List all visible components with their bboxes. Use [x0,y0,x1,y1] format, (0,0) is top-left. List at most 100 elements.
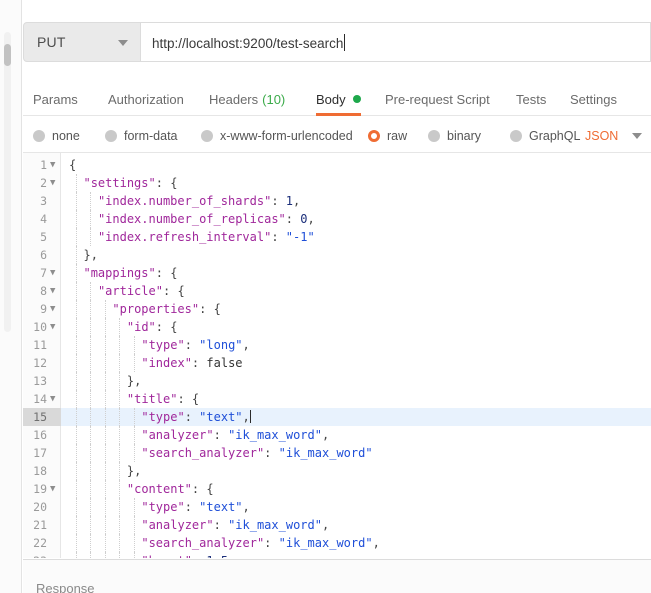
line-number: 15 [23,408,61,426]
raw-body-editor[interactable]: 1 ▼{2 ▼ "settings": {3 "index.number_of_sh… [23,152,651,558]
code-fold-toggle-icon[interactable]: ▼ [50,390,55,408]
request-url-bar: PUT http://localhost:9200/test-search [23,22,651,62]
tab-headers[interactable]: Headers (10) [209,82,285,116]
sidebar-scrollbar-thumb[interactable] [4,44,11,66]
radio-button-icon [201,130,213,142]
line-number: 11 [33,338,47,352]
code-line[interactable]: 3 "index.number_of_shards": 1, [23,192,651,210]
code-line[interactable]: 14 ▼ "title": { [23,390,651,408]
code-line[interactable]: 21 "analyzer": "ik_max_word", [23,516,651,534]
code-text: }, [126,464,142,478]
tab-count-badge: (10) [262,91,286,107]
code-text: "mappings": { [83,266,178,280]
code-text: "index.refresh_interval": "-1" [97,230,315,244]
line-number: 23 [23,552,61,558]
code-line[interactable]: 2 ▼ "settings": { [23,174,651,192]
tab-tests[interactable]: Tests [516,82,546,116]
radio-button-icon [428,130,440,142]
tab-settings[interactable]: Settings [570,82,617,116]
tab-label: Params [33,91,78,107]
tab-pre-request-script[interactable]: Pre-request Script [385,82,490,116]
code-line[interactable]: 15 "type": "text", [23,408,651,426]
body-type-graphql[interactable]: GraphQL [510,120,580,152]
tab-authorization[interactable]: Authorization [108,82,184,116]
line-number: 18 [33,464,47,478]
line-number: 12 [33,356,47,370]
code-fold-toggle-icon[interactable]: ▼ [50,156,55,174]
line-number: 5 [40,230,47,244]
body-type-label: x-www-form-urlencoded [220,129,353,143]
line-number: 16 [33,428,47,442]
http-method-dropdown[interactable]: PUT [23,22,141,62]
tab-body[interactable]: Body [316,82,361,116]
tab-label: Pre-request Script [385,91,490,107]
http-method-label: PUT [37,34,66,50]
code-line[interactable]: 19 ▼ "content": { [23,480,651,498]
text-cursor [344,33,346,51]
active-tab-underline [316,113,361,116]
code-line[interactable]: 7 ▼ "mappings": { [23,264,651,282]
code-text: "title": { [126,392,200,406]
postman-request-pane: PUT http://localhost:9200/test-search Pa… [0,0,651,593]
code-line[interactable]: 11 "type": "long", [23,336,651,354]
radio-button-icon [510,130,522,142]
code-text: "type": "text", [141,500,250,514]
response-pane: Response [23,559,651,593]
code-text: "properties": { [112,302,221,316]
tab-params[interactable]: Params [33,82,78,116]
body-type-binary[interactable]: binary [428,120,481,152]
code-text: "index.number_of_replicas": 0, [97,212,315,226]
line-number: 13 [33,374,47,388]
code-line[interactable]: 13 }, [23,372,651,390]
body-type-options: JSON none form-data x-www-form-urlencoded r… [23,120,651,152]
sidebar-scrollbar-track[interactable] [4,32,11,332]
code-text: "id": { [126,320,178,334]
code-line[interactable]: 22 "search_analyzer": "ik_max_word", [23,534,651,552]
code-text: "settings": { [83,176,178,190]
body-type-label: form-data [124,129,178,143]
code-fold-toggle-icon[interactable]: ▼ [50,174,55,192]
code-line[interactable]: 5 "index.refresh_interval": "-1" [23,228,651,246]
line-number: 22 [33,536,47,550]
code-fold-toggle-icon[interactable]: ▼ [50,282,55,300]
code-text: "article": { [97,284,185,298]
code-line[interactable]: 4 "index.number_of_replicas": 0, [23,210,651,228]
code-fold-toggle-icon[interactable]: ▼ [50,264,55,282]
code-line[interactable]: 12 "index": false [23,354,651,372]
request-url-value: http://localhost:9200/test-search [152,33,346,51]
tab-label: Headers [209,91,259,107]
code-line[interactable]: 8 ▼ "article": { [23,282,651,300]
code-text: "type": "long", [141,338,250,352]
code-line[interactable]: 16 "analyzer": "ik_max_word", [23,426,651,444]
code-fold-toggle-icon[interactable]: ▼ [50,300,55,318]
code-fold-toggle-icon[interactable]: ▼ [50,318,55,336]
body-format-dropdown[interactable]: JSON [585,120,643,152]
response-label: Response [36,581,95,593]
request-url-input[interactable]: http://localhost:9200/test-search [141,22,651,62]
code-line[interactable]: 23 "boost": 1.5 [23,552,651,558]
body-format-label: JSON [585,129,619,143]
chevron-down-icon [632,133,643,139]
code-fold-toggle-icon[interactable]: ▼ [50,480,55,498]
editor-code-lines: 1 ▼{2 ▼ "settings": {3 "index.number_of_sh… [23,156,651,558]
code-line[interactable]: 6 }, [23,246,651,264]
code-text: }, [83,248,98,262]
body-type-form-data[interactable]: form-data [105,120,178,152]
radio-button-icon [33,130,45,142]
radio-button-icon [105,130,117,142]
code-line[interactable]: 10 ▼ "id": { [23,318,651,336]
line-number: 21 [33,518,47,532]
body-type-none[interactable]: none [33,120,80,152]
code-text: "analyzer": "ik_max_word", [141,518,330,532]
code-line[interactable]: 18 }, [23,462,651,480]
code-line[interactable]: 9 ▼ "properties": { [23,300,651,318]
body-type-x-www-form-urlencoded[interactable]: x-www-form-urlencoded [201,120,353,152]
line-number: 6 [40,248,47,262]
code-text: "search_analyzer": "ik_max_word", [141,536,380,550]
tab-label: Authorization [108,91,184,107]
code-line[interactable]: 1 ▼{ [23,156,651,174]
code-line[interactable]: 17 "search_analyzer": "ik_max_word" [23,444,651,462]
body-type-raw[interactable]: raw [368,120,407,152]
code-line[interactable]: 20 "type": "text", [23,498,651,516]
body-type-label: none [52,129,80,143]
